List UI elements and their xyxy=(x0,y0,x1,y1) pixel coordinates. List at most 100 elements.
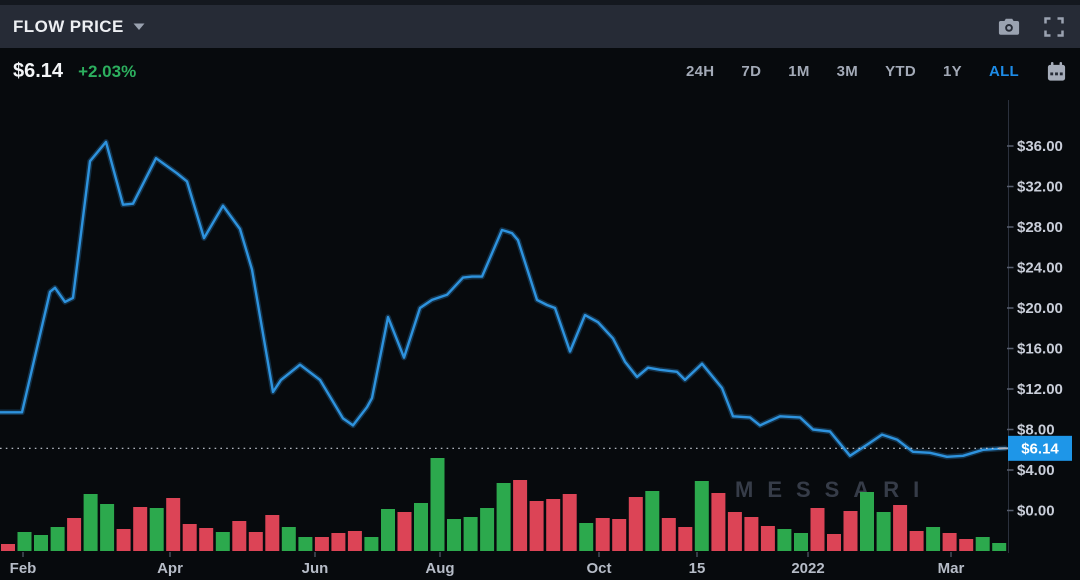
volume-bar xyxy=(695,481,709,551)
range-button-1m[interactable]: 1M xyxy=(788,63,809,80)
volume-bar xyxy=(100,504,114,551)
volume-bar xyxy=(546,499,560,551)
volume-bar xyxy=(629,497,643,551)
messari-watermark: MESSARI xyxy=(735,477,933,502)
price-row: $6.14 +2.03% 24H7D1M3MYTD1YALL xyxy=(0,48,1080,95)
price-line-glow xyxy=(0,142,1005,457)
volume-bar xyxy=(315,537,329,551)
metric-dropdown[interactable]: FLOW PRICE xyxy=(13,17,145,37)
volume-bar xyxy=(513,480,527,551)
volume-bar xyxy=(497,483,511,551)
camera-button[interactable] xyxy=(998,17,1020,36)
volume-bar xyxy=(381,509,395,551)
range-row: 24H 7D 1M 3M YTD 1Y ALL xyxy=(686,61,1067,82)
volume-bar xyxy=(447,519,461,551)
y-axis-label: $36.00 xyxy=(1017,138,1063,155)
y-axis-label: $28.00 xyxy=(1017,219,1063,236)
volume-bar xyxy=(563,494,577,551)
volume-bar xyxy=(364,537,378,551)
volume-bar xyxy=(199,528,213,551)
x-axis-label: Aug xyxy=(425,560,454,577)
calendar-button[interactable] xyxy=(1046,61,1067,82)
volume-bar xyxy=(480,508,494,551)
volume-bar xyxy=(596,518,610,551)
y-axis-label: $20.00 xyxy=(1017,300,1063,317)
volume-bar xyxy=(612,519,626,551)
volume-bar xyxy=(844,511,858,551)
x-axis-label: 2022 xyxy=(791,560,824,577)
volume-bar xyxy=(348,531,362,551)
volume-bar xyxy=(943,533,957,551)
range-button-24h[interactable]: 24H xyxy=(686,63,714,80)
volume-bar xyxy=(431,458,445,551)
volume-bar xyxy=(645,491,659,551)
volume-bar xyxy=(959,539,973,551)
y-axis-label: $0.00 xyxy=(1017,503,1055,520)
volume-bar xyxy=(133,507,147,551)
volume-bar xyxy=(893,505,907,551)
volume-bar xyxy=(166,498,180,551)
volume-bar xyxy=(18,532,32,551)
x-axis-label: Mar xyxy=(938,560,965,577)
volume-bar xyxy=(761,526,775,551)
volume-bar xyxy=(1,544,15,551)
volume-bar xyxy=(464,517,478,551)
volume-bar xyxy=(711,493,725,551)
range-button-1y[interactable]: 1Y xyxy=(943,63,962,80)
flow-price-widget: $36.00 $32.00 $28.00 $24.00 $20.00 $16.00 $12.… xyxy=(0,0,1080,580)
volume-bar xyxy=(150,508,164,551)
volume-bar xyxy=(579,523,593,551)
volume-bar xyxy=(117,529,131,551)
volume-bar xyxy=(976,537,990,551)
volume-bar xyxy=(84,494,98,551)
volume-bar xyxy=(282,527,296,551)
current-price-badge-label: $6.14 xyxy=(1021,440,1059,457)
volume-bar xyxy=(232,521,246,551)
volume-bar xyxy=(910,531,924,551)
volume-bar xyxy=(662,518,676,551)
volume-bar xyxy=(51,527,65,551)
volume-bar xyxy=(249,532,263,551)
fullscreen-button[interactable] xyxy=(1044,17,1064,37)
volume-bar xyxy=(183,524,197,551)
volume-bar xyxy=(794,533,808,551)
x-axis-label: Feb xyxy=(10,560,37,577)
y-axis-label: $32.00 xyxy=(1017,179,1063,196)
volume-bar xyxy=(777,529,791,551)
volume-bar xyxy=(398,512,412,551)
volume-bar xyxy=(728,512,742,551)
y-axis-label: $24.00 xyxy=(1017,260,1063,277)
range-button-3m[interactable]: 3M xyxy=(837,63,858,80)
volume-bar xyxy=(331,533,345,551)
volume-bar xyxy=(530,501,544,551)
page-title: FLOW PRICE xyxy=(13,17,124,37)
price-line xyxy=(0,142,1005,457)
volume-bar xyxy=(414,503,428,551)
calendar-icon xyxy=(1046,61,1067,82)
volume-bar xyxy=(992,543,1006,551)
volume-bar xyxy=(877,512,891,551)
y-axis-label: $16.00 xyxy=(1017,341,1063,358)
y-axis-label: $4.00 xyxy=(1017,462,1055,479)
range-button-7d[interactable]: 7D xyxy=(741,63,761,80)
x-axis-label: Apr xyxy=(157,560,183,577)
volume-bar xyxy=(265,515,279,551)
volume-bar xyxy=(216,532,230,551)
volume-bar xyxy=(67,518,81,551)
x-axis-label: 15 xyxy=(689,560,706,577)
fullscreen-icon xyxy=(1044,17,1064,37)
price-change-text: +2.03% xyxy=(78,62,136,82)
x-axis-label: Jun xyxy=(302,560,329,577)
y-axis-label: $12.00 xyxy=(1017,381,1063,398)
range-button-ytd[interactable]: YTD xyxy=(885,63,916,80)
widget-header: FLOW PRICE xyxy=(0,0,1080,48)
volume-bar xyxy=(926,527,940,551)
range-button-all[interactable]: ALL xyxy=(989,63,1019,80)
volume-bar xyxy=(678,527,692,551)
volume-bar xyxy=(860,492,874,551)
volume-bar xyxy=(34,535,48,551)
volume-bar xyxy=(744,517,758,551)
chevron-down-icon xyxy=(133,23,145,31)
volume-bar xyxy=(298,537,312,551)
camera-icon xyxy=(998,17,1020,36)
